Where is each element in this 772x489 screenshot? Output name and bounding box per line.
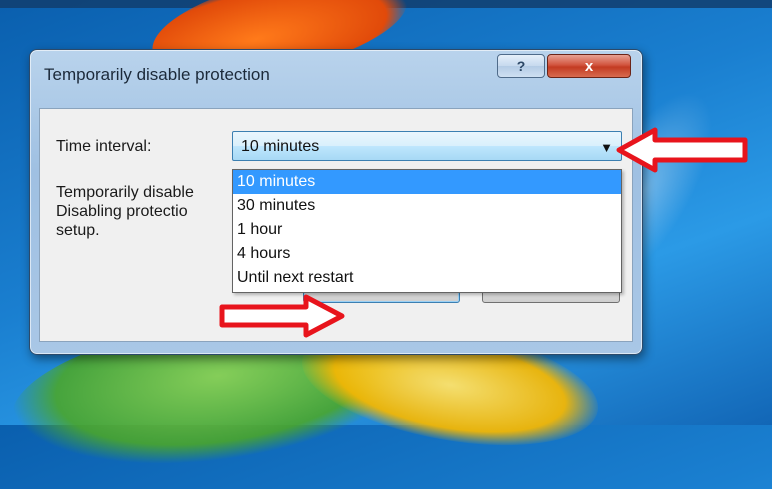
dropdown-option[interactable]: 30 minutes	[233, 194, 621, 218]
close-icon: x	[584, 57, 594, 75]
description-text: Temporarily disable Disabling protectio …	[56, 184, 194, 239]
dropdown-option[interactable]: 4 hours	[233, 242, 621, 266]
annotation-arrow-right-icon	[219, 294, 345, 338]
time-interval-dropdown-list: 10 minutes 30 minutes 1 hour 4 hours Unt…	[232, 169, 622, 293]
dropdown-option[interactable]: Until next restart	[233, 266, 621, 290]
dialog-title: Temporarily disable protection	[44, 65, 270, 84]
time-interval-label: Time interval:	[56, 138, 152, 155]
chevron-down-icon[interactable]: ▼	[600, 140, 613, 155]
time-interval-value: 10 minutes	[241, 138, 320, 155]
annotation-arrow-left-icon	[616, 127, 748, 173]
dropdown-option[interactable]: 10 minutes	[233, 170, 621, 194]
time-interval-select[interactable]: 10 minutes ▼	[232, 131, 622, 161]
dropdown-option[interactable]: 1 hour	[233, 218, 621, 242]
help-button[interactable]: ?	[497, 54, 545, 78]
close-button[interactable]: x	[547, 54, 631, 78]
help-icon: ?	[516, 58, 526, 74]
